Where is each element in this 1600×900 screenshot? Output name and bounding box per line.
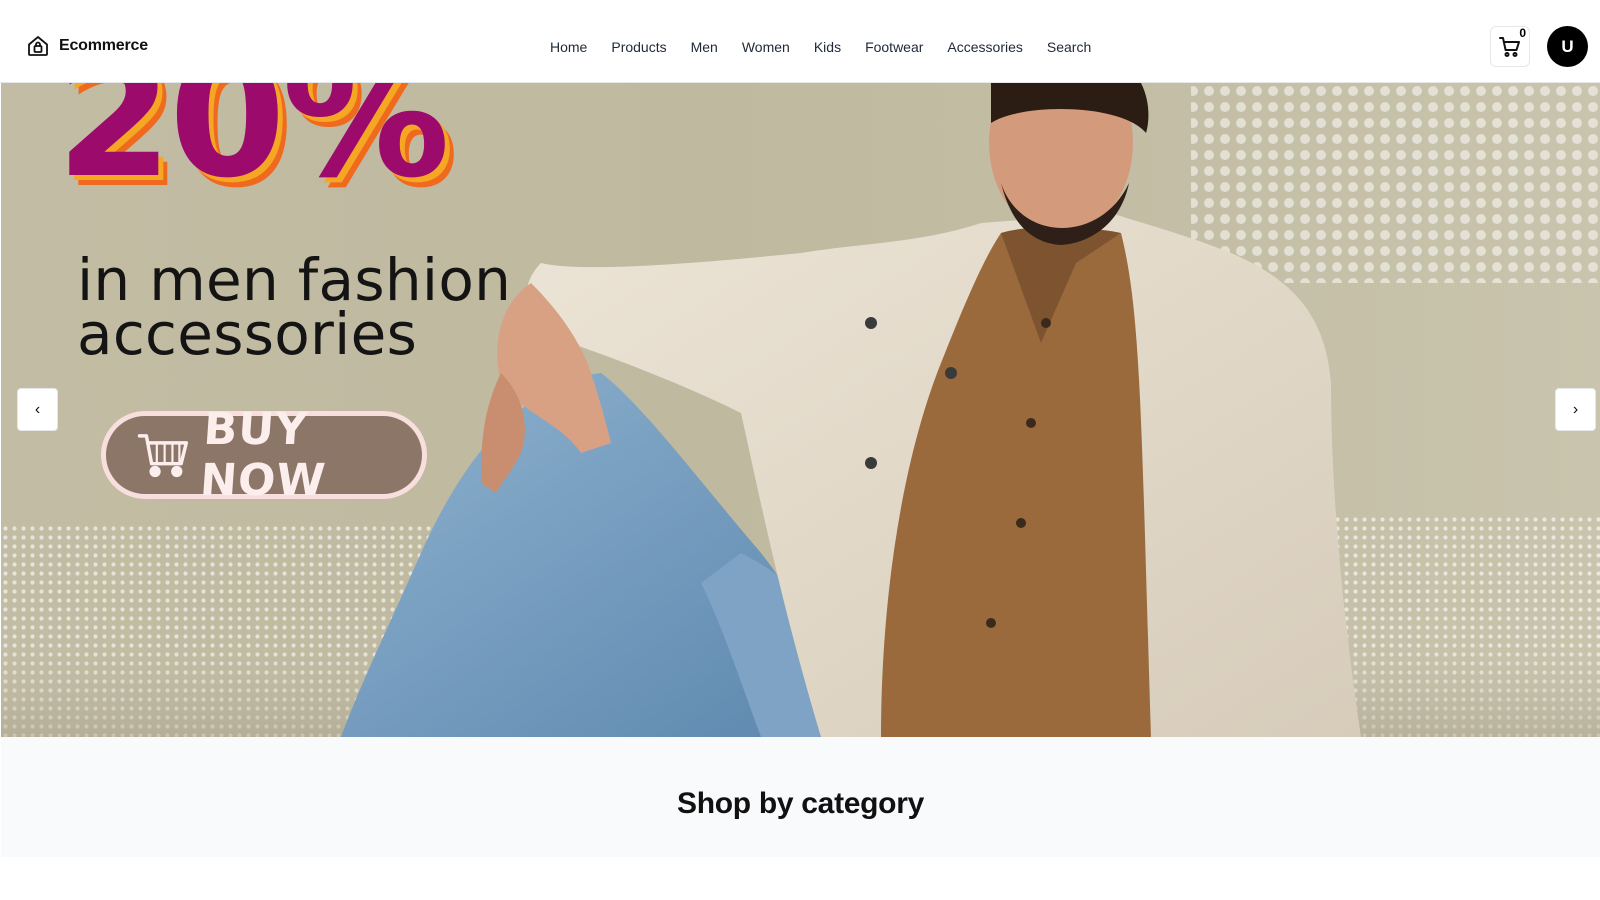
shopping-cart-icon [137, 434, 189, 478]
nav-search[interactable]: Search [1047, 39, 1091, 55]
nav-women[interactable]: Women [742, 39, 790, 55]
carousel-next-button[interactable]: › [1555, 388, 1596, 431]
hero-carousel: 20% in men fashion accessories BUY NOW ‹… [1, 83, 1600, 737]
promo-line-2: accessories [77, 300, 418, 368]
nav-home[interactable]: Home [550, 39, 587, 55]
nav-kids[interactable]: Kids [814, 39, 841, 55]
buy-now-button[interactable]: BUY NOW [101, 404, 427, 506]
shop-by-category-section: Shop by category [1, 737, 1600, 857]
section-title: Shop by category [677, 787, 924, 820]
main-nav: Home Products Men Women Kids Footwear Ac… [550, 39, 1091, 55]
chevron-left-icon: ‹ [34, 400, 41, 418]
user-avatar[interactable]: U [1547, 26, 1588, 67]
brand-logo[interactable]: Ecommerce [26, 34, 148, 58]
nav-footwear[interactable]: Footwear [865, 39, 923, 55]
cart-count-badge: 0 [1519, 26, 1526, 40]
buy-now-label: BUY NOW [197, 404, 328, 506]
cart-button[interactable]: 0 [1490, 26, 1530, 67]
promo-percent: 20% [56, 83, 450, 215]
nav-products[interactable]: Products [611, 39, 666, 55]
home-bag-icon [28, 36, 48, 56]
nav-men[interactable]: Men [691, 39, 718, 55]
chevron-right-icon: › [1572, 400, 1579, 418]
carousel-prev-button[interactable]: ‹ [17, 388, 58, 431]
brand-name: Ecommerce [59, 37, 148, 54]
nav-accessories[interactable]: Accessories [947, 39, 1022, 55]
site-header: Ecommerce Home Products Men Women Kids F… [0, 0, 1600, 83]
